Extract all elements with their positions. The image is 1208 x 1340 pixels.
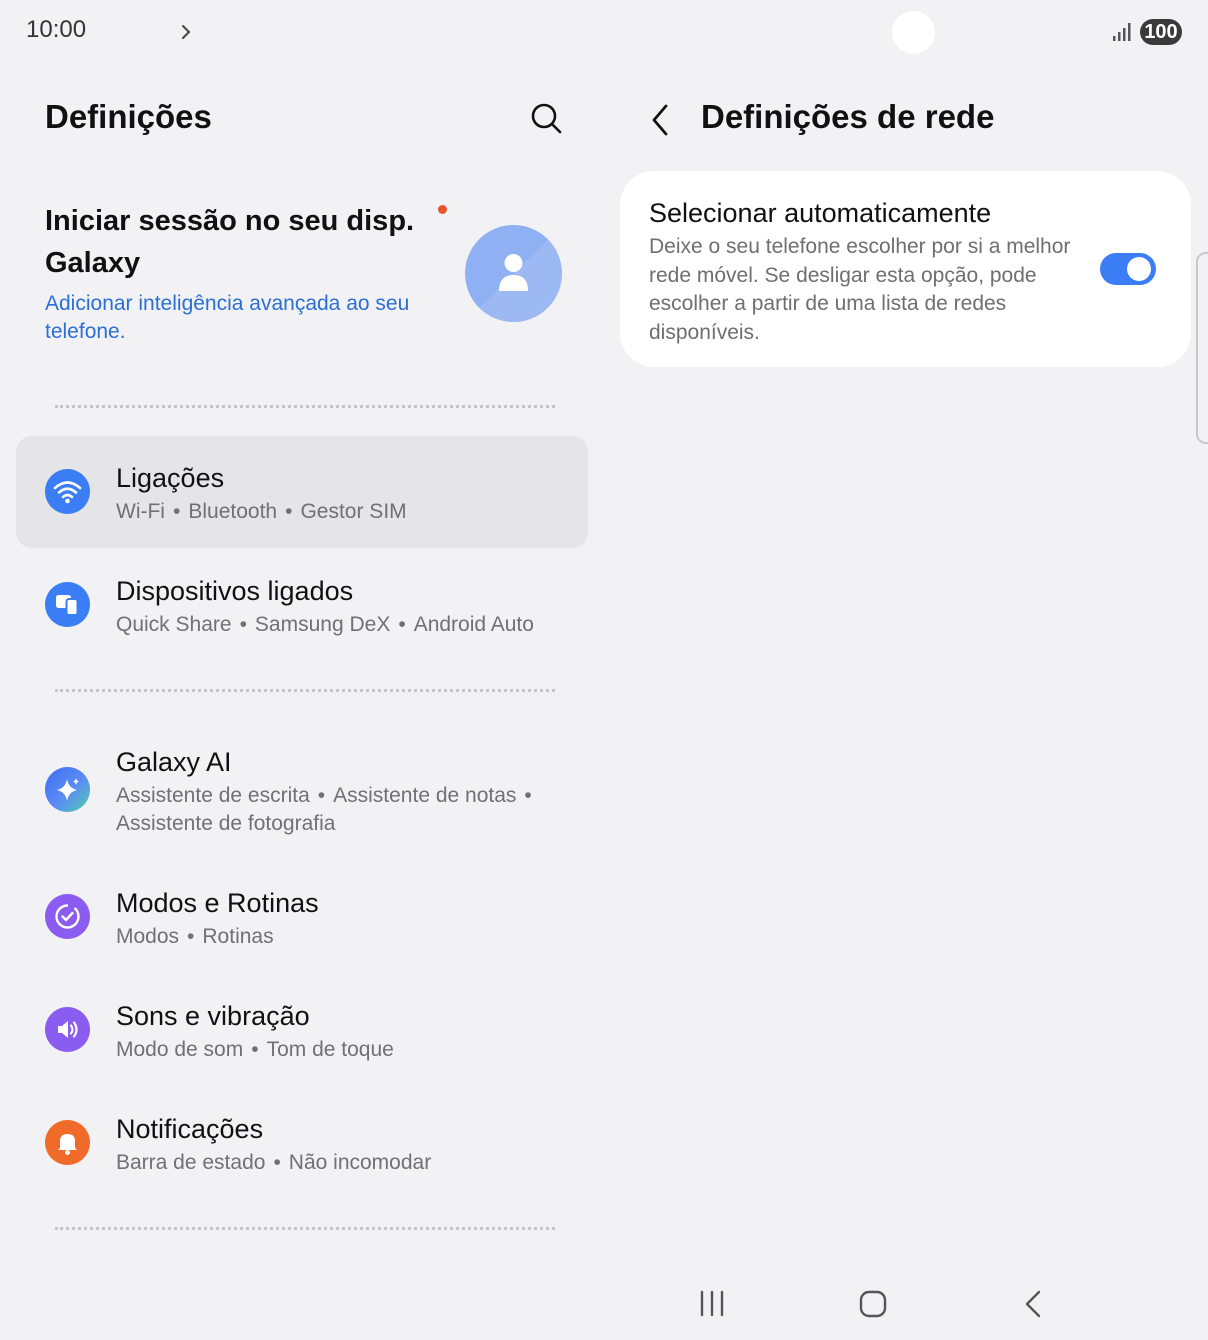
item-subtitle: Quick Share • Samsung DeX • Android Auto [116, 613, 534, 636]
settings-item-notifications[interactable]: Notificações Barra de estado • Não incomod… [16, 1087, 588, 1199]
item-subtitle: Assistente de escrita • Assistente de nota… [116, 784, 532, 835]
section-divider [55, 405, 555, 408]
settings-item-galaxy-ai[interactable]: Galaxy AI Assistente de escrita • Assisten… [16, 720, 588, 860]
auto-select-title: Selecionar automaticamente [649, 198, 992, 228]
bell-icon [45, 1120, 90, 1165]
item-title: Modos e Rotinas [116, 888, 319, 918]
recent-apps-icon[interactable] [692, 1284, 732, 1324]
back-nav-icon[interactable] [1013, 1284, 1053, 1324]
detail-title: Definições de rede [701, 98, 995, 135]
item-title: Sons e vibração [116, 1001, 310, 1031]
routine-check-icon [45, 894, 90, 939]
settings-item-connections[interactable]: Ligações Wi-Fi • Bluetooth • Gestor SIM [16, 436, 588, 548]
item-title: Ligações [116, 463, 225, 493]
speaker-icon [45, 1007, 90, 1052]
item-subtitle: Modo de som • Tom de toque [116, 1038, 394, 1061]
avatar[interactable] [465, 225, 562, 322]
camera-cutout [892, 11, 935, 54]
toggle-knob [1127, 257, 1151, 281]
notification-dot [438, 205, 447, 214]
battery-badge: 100 [1140, 19, 1182, 45]
home-icon[interactable] [853, 1284, 893, 1324]
sparkle-icon [45, 767, 90, 812]
chevron-right-icon [182, 25, 191, 39]
settings-item-sounds[interactable]: Sons e vibração Modo de som • Tom de toque [16, 974, 588, 1086]
status-time: 10:00 [26, 16, 87, 43]
section-divider [55, 1227, 555, 1230]
signin-title[interactable]: Iniciar sessão no seu disp. Galaxy [45, 200, 445, 284]
page-title: Definições [45, 98, 212, 135]
item-subtitle: Modos • Rotinas [116, 925, 274, 948]
signin-subtitle[interactable]: Adicionar inteligência avançada ao seu t… [45, 290, 445, 346]
signal-icon [1113, 23, 1131, 41]
item-title: Galaxy AI [116, 747, 232, 777]
item-subtitle: Wi-Fi • Bluetooth • Gestor SIM [116, 500, 407, 523]
back-icon[interactable] [646, 100, 678, 140]
search-icon[interactable] [526, 98, 566, 138]
person-icon [465, 225, 562, 322]
item-title: Dispositivos ligados [116, 576, 354, 606]
settings-item-modes-routines[interactable]: Modos e Rotinas Modos • Rotinas [16, 861, 588, 973]
settings-item-connected-devices[interactable]: Dispositivos ligados Quick Share • Samsung… [16, 549, 588, 661]
item-title: Notificações [116, 1114, 264, 1144]
section-divider [55, 689, 555, 692]
auto-select-card[interactable]: Selecionar automaticamente Deixe o seu t… [620, 171, 1191, 367]
status-bar: 10:00 100 [0, 0, 1208, 64]
item-subtitle: Barra de estado • Não incomodar [116, 1151, 432, 1174]
auto-select-description: Deixe o seu telefone escolher por si a m… [649, 235, 1071, 344]
auto-select-toggle[interactable] [1100, 253, 1156, 285]
devices-icon [45, 582, 90, 627]
edge-panel-handle[interactable] [1196, 252, 1208, 444]
wifi-icon [45, 469, 90, 514]
